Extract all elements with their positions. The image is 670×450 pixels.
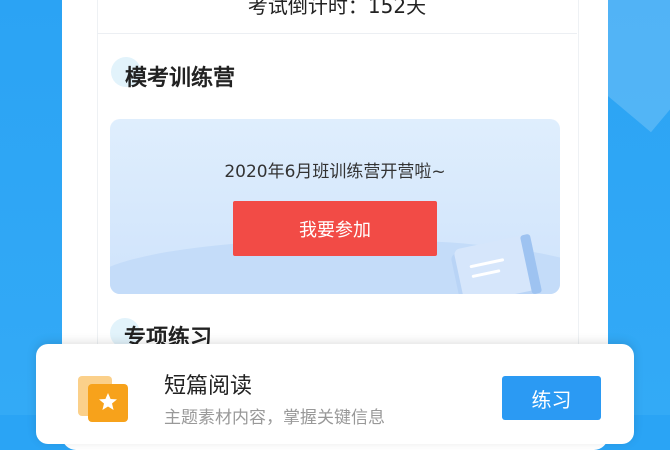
camp-banner[interactable]: 2020年6月班训练营开营啦~ 我要参加	[110, 119, 560, 294]
star-document-icon	[78, 376, 128, 422]
header-divider	[97, 33, 577, 34]
practice-button[interactable]: 练习	[502, 376, 601, 420]
camp-banner-text: 2020年6月班训练营开营啦~	[224, 162, 446, 182]
practice-item-title: 短篇阅读	[164, 374, 253, 399]
practice-item-subtitle: 主题素材内容，掌握关键信息	[164, 408, 385, 428]
mock-camp-title: 模考训练营	[125, 66, 236, 91]
book-illustration-icon	[451, 234, 542, 294]
exam-countdown: 考试倒计时：152天	[247, 0, 427, 18]
join-button[interactable]: 我要参加	[233, 201, 437, 256]
